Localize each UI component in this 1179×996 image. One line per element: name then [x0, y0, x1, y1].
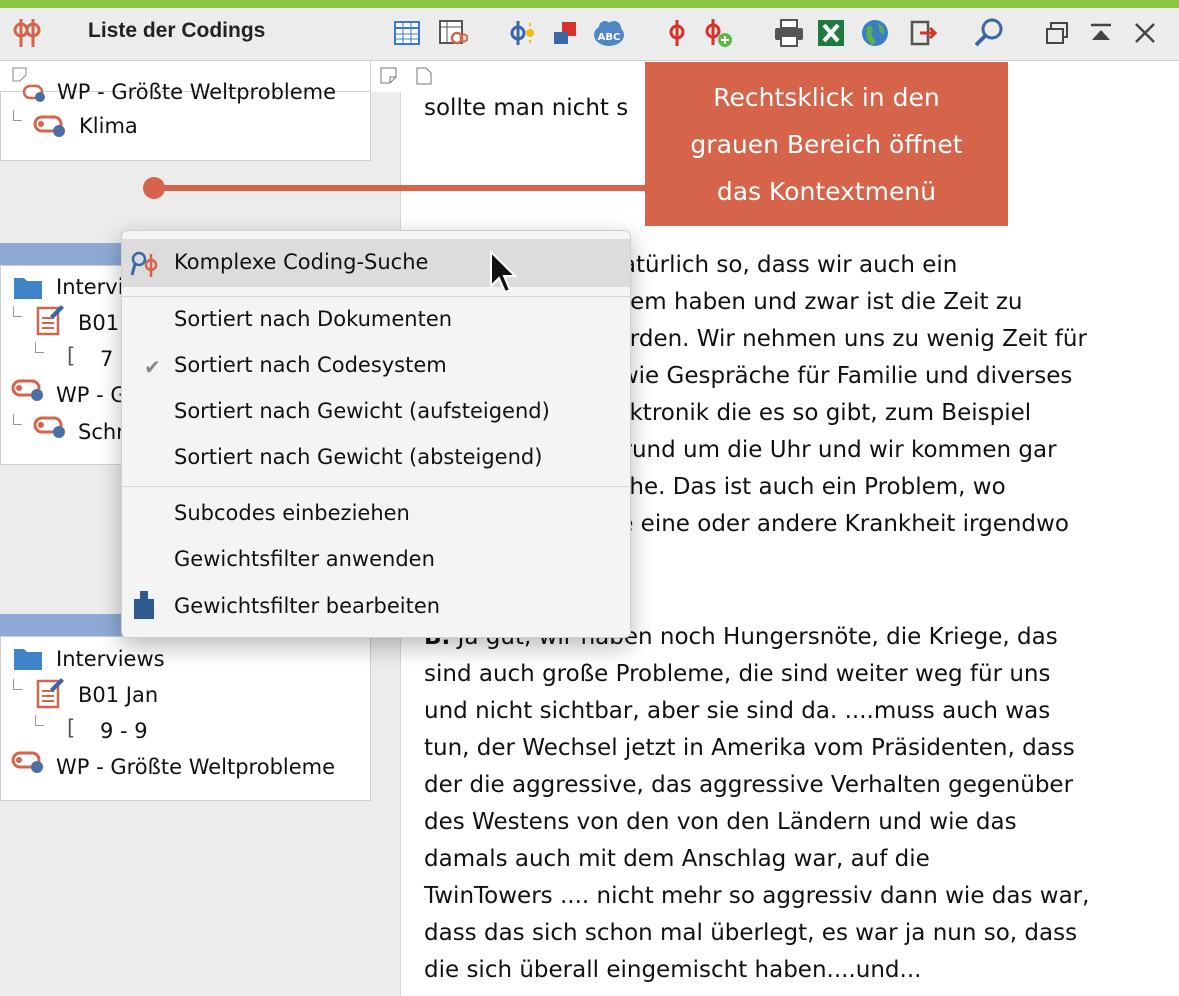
coding-card[interactable]: Interviews B01 Jan [ 9 - 9 WP - Größte W…	[0, 636, 371, 801]
menu-item-apply-weight-filter[interactable]: Gewichtsfilter anwenden	[174, 547, 435, 571]
text-line: sind auch große Probleme, die sind weite…	[424, 661, 1051, 687]
tree-line	[35, 715, 44, 726]
menu-item-sort-weight-asc[interactable]: Sortiert nach Gewicht (aufsteigend)	[174, 399, 550, 423]
code-icon	[11, 378, 45, 406]
menu-item-sort-codesystem[interactable]: Sortiert nach Codesystem	[174, 353, 447, 377]
highlight-icon[interactable]	[504, 16, 538, 50]
search-icon[interactable]	[972, 16, 1006, 50]
tree-line	[35, 342, 44, 353]
text-line: dass das sich schon mal überlegt, es war…	[424, 920, 1078, 946]
window-title: Liste der Codings	[88, 19, 266, 42]
folder-icon	[13, 645, 43, 675]
code-icon	[22, 84, 47, 106]
annotation-callout: Rechtsklick in den grauen Bereich öffnet…	[645, 62, 1008, 226]
document-icon[interactable]	[416, 67, 432, 89]
tree-line	[13, 414, 22, 425]
weight-icon	[132, 589, 156, 625]
segment-bracket-icon: [	[67, 344, 76, 368]
text-line: der die aggressive, das aggressive Verha…	[424, 772, 1074, 798]
coding-card[interactable]: WP - Größte Weltprobleme Klima	[0, 80, 371, 161]
document-edit-icon	[35, 304, 65, 340]
code-icon	[33, 415, 67, 443]
code-label: Klima	[79, 114, 138, 138]
coding-icon[interactable]	[660, 16, 694, 50]
complex-search-icon	[130, 249, 160, 283]
callout-line: das Kontextmenü	[716, 176, 937, 206]
callout-line: grauen Bereich öffnet	[690, 129, 963, 159]
text-line: die sich überall eingemischt haben....un…	[424, 957, 922, 983]
document-label: B01 Jan	[78, 683, 159, 707]
coding-table-icon[interactable]	[436, 16, 470, 50]
annotation-pointer	[154, 185, 646, 191]
excel-export-icon[interactable]	[814, 16, 848, 50]
code-label: WP - Größte Weltprobleme	[56, 755, 336, 779]
window-accent-bar	[0, 0, 1179, 8]
context-menu[interactable]: Komplexe Coding-Suche Sortiert nach Doku…	[121, 230, 631, 638]
folder-icon	[13, 274, 43, 304]
tree-line	[13, 679, 22, 690]
text-cloud-icon[interactable]: ABC	[592, 16, 626, 50]
callout-line: Rechtsklick in den	[713, 82, 940, 112]
close-icon[interactable]	[1128, 16, 1162, 50]
code-icon	[33, 114, 67, 142]
folder-label: Interviews	[56, 647, 165, 671]
text-line: und nicht sichtbar, aber sie sind da. ..…	[424, 698, 1051, 724]
text-line: TwinTowers .... nicht mehr so aggressiv …	[424, 883, 1090, 909]
menu-item-sort-documents[interactable]: Sortiert nach Dokumenten	[174, 307, 452, 331]
export-icon[interactable]	[906, 16, 940, 50]
menu-item-sort-weight-desc[interactable]: Sortiert nach Gewicht (absteigend)	[174, 445, 542, 469]
menu-separator	[122, 486, 630, 487]
tree-line	[13, 306, 22, 317]
print-icon[interactable]	[772, 16, 806, 50]
text-line: sollte man nicht s	[424, 95, 629, 121]
menu-item-complex-search[interactable]: Komplexe Coding-Suche	[174, 250, 428, 274]
text-line: damals auch mit dem Anschlag war, auf di…	[424, 846, 930, 872]
annotation-pointer-dot	[143, 177, 165, 199]
check-icon: ✔	[144, 355, 161, 379]
tree-line	[13, 110, 22, 121]
menu-item-edit-weight-filter[interactable]: Gewichtsfilter bearbeiten	[174, 594, 440, 618]
memo-icon-2[interactable]	[380, 67, 398, 89]
menu-separator	[122, 296, 630, 297]
color-codes-icon[interactable]	[548, 16, 582, 50]
code-icon	[11, 750, 45, 778]
text-line: tun, der Wechsel jetzt in Amerika vom Pr…	[424, 735, 1075, 761]
codes-app-icon	[10, 16, 44, 50]
add-coding-icon[interactable]	[700, 16, 734, 50]
text-line: des Westens von den von den Ländern und …	[424, 809, 1017, 835]
toolbar: Liste der Codings ABC	[0, 8, 1179, 61]
collapse-icon[interactable]	[1084, 16, 1118, 50]
code-label: WP - Größte Weltprobleme	[57, 80, 337, 104]
segment-bracket-icon: [	[67, 716, 76, 740]
mouse-cursor-icon	[489, 249, 519, 302]
abc-label: ABC	[598, 32, 621, 43]
menu-item-include-subcodes[interactable]: Subcodes einbeziehen	[174, 501, 410, 525]
segment-label: 9 - 9	[100, 719, 148, 743]
document-edit-icon	[35, 677, 65, 713]
window-restore-icon[interactable]	[1040, 16, 1074, 50]
table-view-icon[interactable]	[390, 16, 424, 50]
text-paragraph: B. Ja gut, wir haben noch Hungersnöte, d…	[424, 619, 1089, 989]
web-export-icon[interactable]	[858, 16, 892, 50]
